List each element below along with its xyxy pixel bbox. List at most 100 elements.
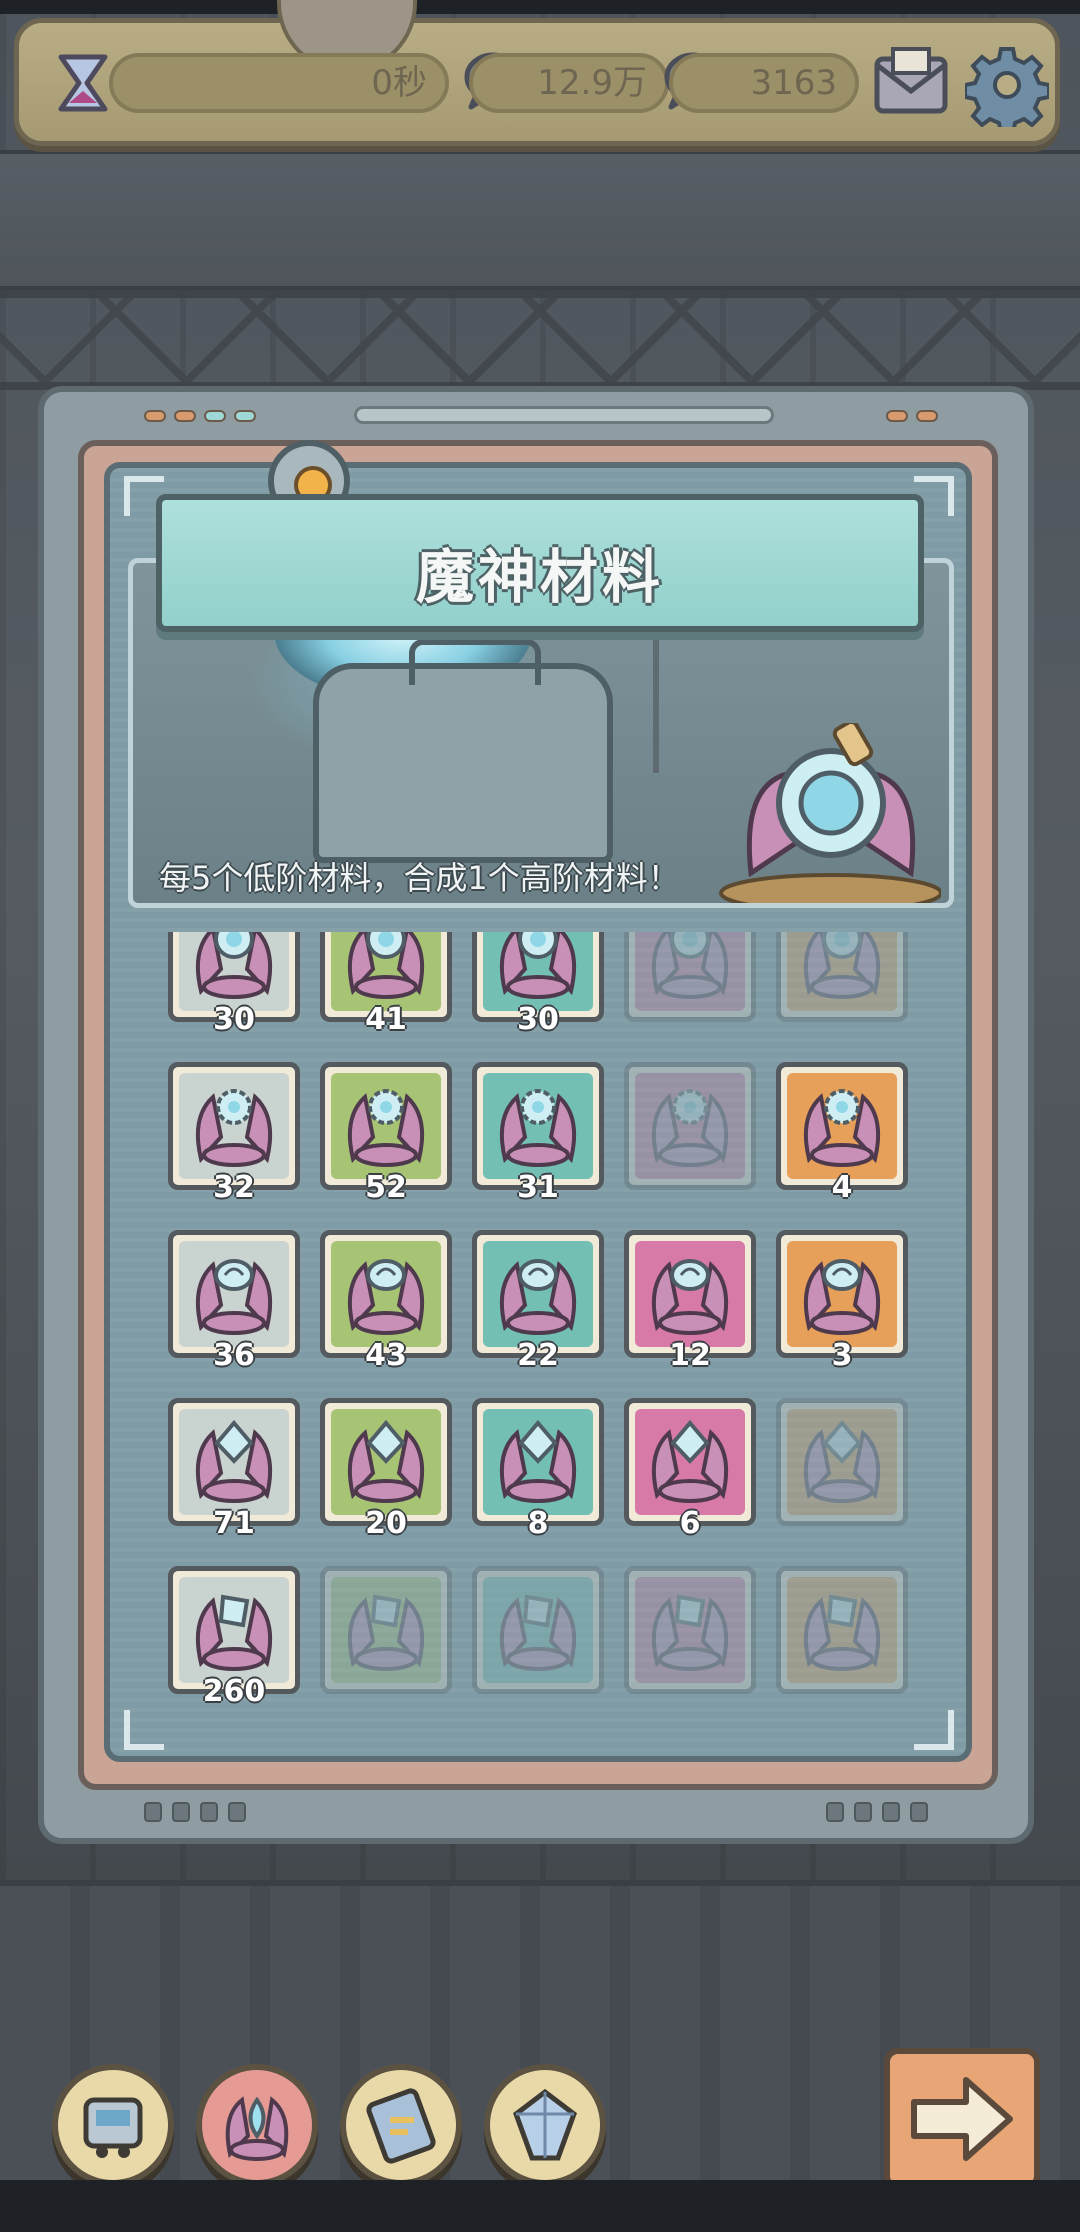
arrow-right-icon <box>911 2077 1013 2161</box>
material-cell-orb-material-green[interactable]: 43 <box>320 1230 452 1373</box>
shard-material-icon <box>803 1594 881 1671</box>
background-machinery <box>0 150 1080 290</box>
shard-material-icon <box>195 1594 273 1671</box>
material-count: 30 <box>213 1002 255 1037</box>
orb-material-icon <box>195 1259 273 1335</box>
material-cell-crystal-material-grey[interactable]: 71 <box>168 1398 300 1541</box>
material-count: 32 <box>213 1170 255 1205</box>
gear-icon[interactable] <box>965 43 1049 127</box>
material-count: 260 <box>202 1674 266 1709</box>
material-cell-orb-material-grey[interactable]: 36 <box>168 1230 300 1373</box>
nav-demon-materials-button[interactable] <box>196 2064 318 2186</box>
gear-material-icon <box>803 1089 881 1167</box>
material-count: 22 <box>517 1338 559 1373</box>
blueprint-icon <box>366 2088 436 2164</box>
orb-material-icon <box>651 1259 729 1335</box>
title-plate: 魔神材料 <box>156 494 924 632</box>
material-cell-shard-material-grey[interactable]: 260 <box>168 1566 300 1709</box>
material-cell-shard-material-teal[interactable] <box>472 1566 604 1694</box>
material-cell-crystal-material-teal[interactable]: 8 <box>472 1398 604 1541</box>
status-strip <box>0 0 1080 14</box>
next-button[interactable] <box>884 2048 1040 2190</box>
material-count: 41 <box>365 1002 407 1037</box>
bottom-lights-left <box>144 1802 246 1822</box>
timer-display: 0秒 <box>109 53 449 113</box>
material-count: 6 <box>679 1506 701 1541</box>
material-cell-crystal-material-orange[interactable] <box>776 1398 908 1526</box>
nav-machine-button[interactable] <box>52 2064 174 2186</box>
ring-material-icon <box>803 932 881 999</box>
crystal-icon <box>513 2088 577 2161</box>
coins-display: 12.9万 <box>469 53 669 113</box>
material-cell-crystal-material-pink[interactable]: 6 <box>624 1398 756 1541</box>
material-cell-shard-material-green[interactable] <box>320 1566 452 1694</box>
material-cell-shard-material-pink[interactable] <box>624 1566 756 1694</box>
material-count: 31 <box>517 1170 559 1205</box>
material-count: 20 <box>365 1506 407 1541</box>
material-count: 71 <box>213 1506 255 1541</box>
material-cell-shard-material-orange[interactable] <box>776 1566 908 1694</box>
ring-material-icon <box>347 932 425 999</box>
corner-bracket <box>914 476 954 516</box>
material-cell-ring-material-teal[interactable]: 30 <box>472 932 604 1037</box>
materials-grid: 30 41 30 32 52 31 4 36 43 22 12 3 71 20 8 6 260 <box>168 932 912 1727</box>
demon-device-illustration <box>719 723 941 903</box>
corner-bracket <box>124 476 164 516</box>
gear-material-icon <box>651 1089 729 1167</box>
system-nav-strip <box>0 2180 1080 2232</box>
ring-material-icon <box>651 932 729 999</box>
shard-material-icon <box>347 1594 425 1671</box>
material-cell-orb-material-orange[interactable]: 3 <box>776 1230 908 1373</box>
nav-crystal-button[interactable] <box>484 2064 606 2186</box>
material-cell-ring-material-grey[interactable]: 30 <box>168 932 300 1037</box>
demon-material-icon <box>225 2096 289 2161</box>
indicator-lights <box>144 410 256 422</box>
material-cell-gear-material-pink[interactable] <box>624 1062 756 1190</box>
material-cell-orb-material-pink[interactable]: 12 <box>624 1230 756 1373</box>
material-cell-gear-material-teal[interactable]: 31 <box>472 1062 604 1205</box>
material-cell-gear-material-green[interactable]: 52 <box>320 1062 452 1205</box>
ring-material-icon <box>195 932 273 999</box>
material-count: 8 <box>527 1506 549 1541</box>
crystal-material-icon <box>499 1419 577 1503</box>
bottom-lights-right <box>826 1802 928 1822</box>
material-count: 3 <box>831 1338 853 1373</box>
crystal-material-icon <box>651 1419 729 1503</box>
nav-blueprint-button[interactable] <box>340 2064 462 2186</box>
machine-icon <box>83 2097 143 2158</box>
material-cell-orb-material-teal[interactable]: 22 <box>472 1230 604 1373</box>
material-cell-ring-material-orange[interactable] <box>776 932 908 1022</box>
material-cell-gear-material-orange[interactable]: 4 <box>776 1062 908 1205</box>
material-count: 36 <box>213 1338 255 1373</box>
material-cell-ring-material-pink[interactable] <box>624 932 756 1022</box>
material-count: 4 <box>831 1170 853 1205</box>
material-count: 52 <box>365 1170 407 1205</box>
ring-material-icon <box>499 932 577 999</box>
gems-display: 3163 <box>669 53 859 113</box>
panel-rail <box>354 406 774 424</box>
crystal-material-icon <box>195 1419 273 1503</box>
orb-material-icon <box>803 1259 881 1335</box>
portal-machine <box>313 639 613 863</box>
material-count: 43 <box>365 1338 407 1373</box>
synthesis-hint: 每5个低阶材料，合成1个高阶材料！ <box>159 859 680 897</box>
crystal-material-icon <box>347 1419 425 1503</box>
background-truss <box>0 290 1080 390</box>
panel-title: 魔神材料 <box>415 543 664 611</box>
material-count: 12 <box>669 1338 711 1373</box>
mail-icon[interactable] <box>871 45 951 121</box>
indicator-lights <box>886 410 938 422</box>
orb-material-icon <box>347 1259 425 1335</box>
material-cell-crystal-material-green[interactable]: 20 <box>320 1398 452 1541</box>
material-count: 30 <box>517 1002 559 1037</box>
material-cell-ring-material-green[interactable]: 41 <box>320 932 452 1037</box>
corner-bracket <box>914 1710 954 1750</box>
crystal-material-icon <box>803 1419 881 1503</box>
material-cell-gear-material-grey[interactable]: 32 <box>168 1062 300 1205</box>
gear-material-icon <box>499 1089 577 1167</box>
shard-material-icon <box>651 1594 729 1671</box>
orb-material-icon <box>499 1259 577 1335</box>
corner-bracket <box>124 1710 164 1750</box>
gear-material-icon <box>347 1089 425 1167</box>
shard-material-icon <box>499 1594 577 1671</box>
